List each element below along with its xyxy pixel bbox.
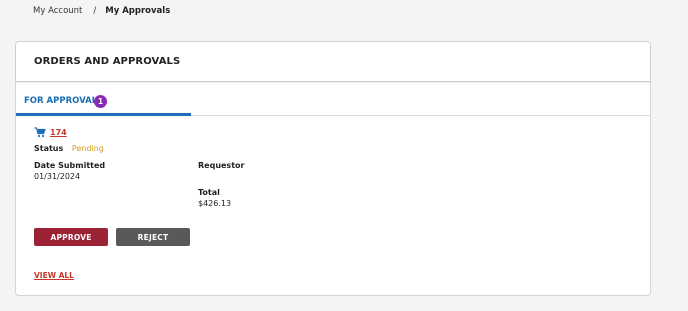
tab-bar: FOR APPROVALS 1	[16, 82, 650, 116]
status-label: Status	[34, 144, 64, 153]
total-label: Total	[198, 188, 220, 197]
order-number-link[interactable]: 174	[50, 128, 67, 137]
date-submitted-value: 01/31/2024	[34, 172, 81, 181]
card-header: ORDERS AND APPROVALS	[16, 42, 650, 82]
total-value: $426.13	[198, 199, 232, 208]
view-all-link[interactable]: VIEW ALL	[34, 271, 74, 280]
orders-approvals-card: ORDERS AND APPROVALS FOR APPROVALS 1 174…	[15, 41, 651, 296]
count-badge: 1	[94, 95, 107, 108]
status-value: Pending	[71, 144, 104, 153]
active-tab-indicator	[16, 113, 191, 116]
tab-label: FOR APPROVALS	[24, 96, 104, 106]
reject-button[interactable]: REJECT	[116, 228, 190, 246]
page-title: ORDERS AND APPROVALS	[34, 56, 181, 67]
approve-button[interactable]: APPROVE	[34, 228, 108, 246]
order-line: 174	[34, 127, 67, 138]
cart-icon	[34, 127, 46, 138]
requestor-label: Requestor	[198, 161, 245, 170]
status-line: Status Pending	[34, 144, 104, 153]
breadcrumb-current: My Approvals	[105, 6, 171, 16]
date-submitted-label: Date Submitted	[34, 161, 106, 170]
breadcrumb-my-account[interactable]: My Account	[33, 6, 82, 16]
breadcrumb: My Account / My Approvals	[33, 6, 170, 16]
breadcrumb-separator: /	[93, 6, 97, 16]
tab-for-approvals[interactable]: FOR APPROVALS 1	[16, 82, 191, 116]
